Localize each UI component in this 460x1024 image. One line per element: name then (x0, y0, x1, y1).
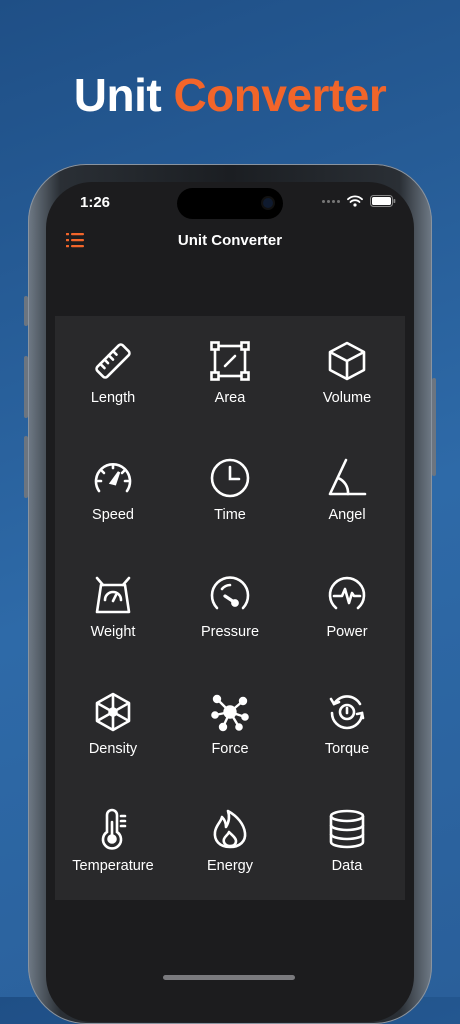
category-torque[interactable]: Torque (289, 667, 406, 784)
category-label: Time (214, 507, 246, 523)
speedometer-icon (94, 463, 132, 493)
volume-up-button (24, 356, 28, 418)
area-icon (210, 341, 250, 381)
category-force[interactable]: Force (172, 667, 289, 784)
status-time: 1:26 (80, 194, 111, 211)
category-label: Temperature (72, 858, 154, 874)
category-weight[interactable]: Weight (55, 550, 172, 667)
camera-icon (263, 198, 273, 208)
power-button (432, 378, 436, 476)
power-icon (328, 576, 366, 610)
category-label: Pressure (200, 624, 260, 640)
category-label: Length (90, 390, 136, 406)
signal-icon (322, 199, 340, 203)
density-icon (95, 692, 131, 732)
promo-title-word-1: Unit (73, 69, 162, 121)
category-label: Force (211, 741, 249, 757)
dynamic-island (177, 188, 283, 219)
home-indicator[interactable] (163, 975, 295, 980)
scale-icon (95, 576, 131, 614)
cube-icon (328, 341, 366, 381)
navigation-bar: Unit Converter (46, 222, 414, 258)
category-pressure[interactable]: Pressure (172, 550, 289, 667)
ruler-icon (95, 343, 131, 379)
category-label: Power (326, 624, 368, 640)
status-bar: 1:26 (46, 182, 414, 226)
database-icon (329, 809, 365, 849)
category-label: Speed (92, 507, 134, 523)
nav-title: Unit Converter (177, 232, 283, 249)
category-temperature[interactable]: Temperature (55, 784, 172, 901)
category-label: Area (214, 390, 246, 406)
category-density[interactable]: Density (55, 667, 172, 784)
status-icons (322, 194, 396, 208)
category-length[interactable]: Length (55, 316, 172, 433)
torque-icon (329, 695, 365, 730)
thermometer-icon (101, 808, 127, 850)
gauge-icon (210, 576, 250, 610)
mute-switch (24, 296, 28, 326)
category-angel[interactable]: Angel (289, 433, 406, 550)
category-label: Density (88, 741, 138, 757)
category-data[interactable]: Data (289, 784, 406, 901)
category-label: Data (331, 858, 363, 874)
category-area[interactable]: Area (172, 316, 289, 433)
flame-icon (213, 809, 247, 849)
category-speed[interactable]: Speed (55, 433, 172, 550)
category-label: Angel (328, 507, 366, 523)
battery-icon (370, 195, 396, 207)
category-time[interactable]: Time (172, 433, 289, 550)
wifi-icon (347, 195, 363, 207)
force-icon (211, 694, 249, 732)
category-volume[interactable]: Volume (289, 316, 406, 433)
angle-icon (328, 458, 367, 496)
category-label: Volume (322, 390, 372, 406)
clock-icon (210, 458, 250, 498)
volume-down-button (24, 436, 28, 498)
promo-title: Unit Converter (0, 66, 460, 124)
promo-title-word-2: Converter (173, 69, 387, 121)
category-power[interactable]: Power (289, 550, 406, 667)
category-energy[interactable]: Energy (172, 784, 289, 901)
category-label: Weight (90, 624, 136, 640)
app-screen: 1:26 Unit Converter Length Area Volume S… (46, 182, 414, 1022)
category-grid: Length Area Volume Speed Time Angel Weig… (55, 316, 405, 900)
category-label: Torque (324, 741, 370, 757)
category-label: Energy (207, 858, 253, 874)
